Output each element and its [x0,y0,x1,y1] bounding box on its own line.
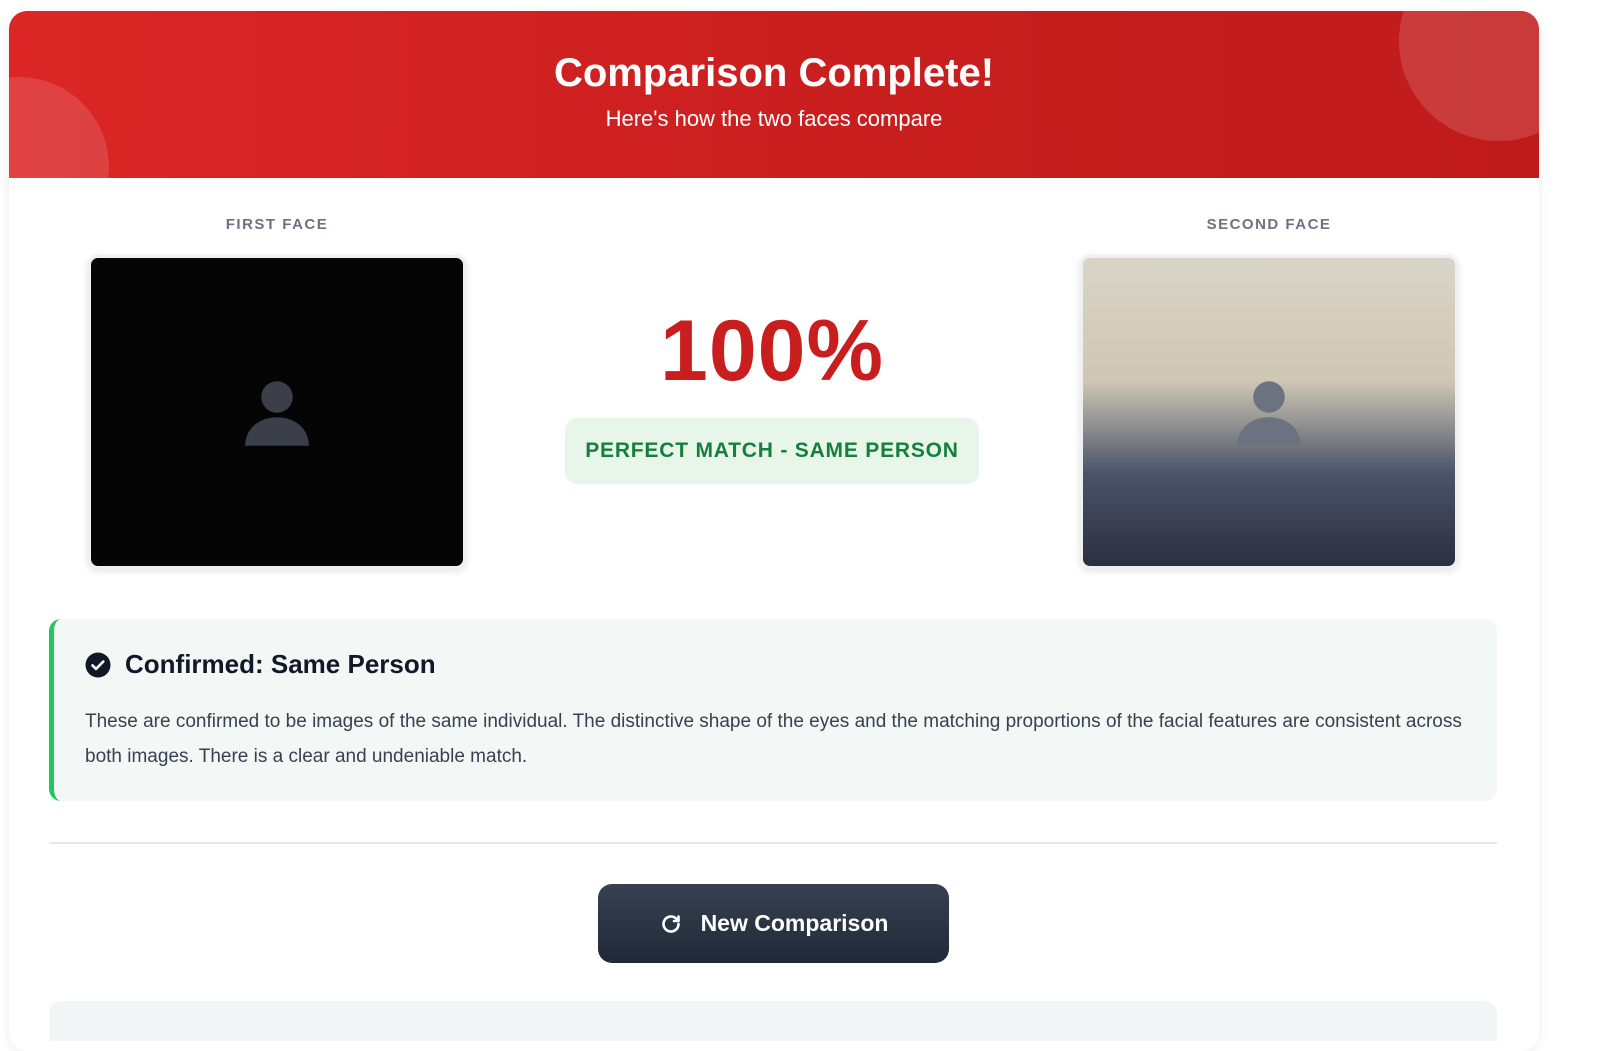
results-card: Comparison Complete! Here's how the two … [9,11,1539,1051]
new-comparison-button[interactable]: New Comparison [598,884,949,963]
page-subtitle: Here's how the two faces compare [605,106,943,131]
result-summary-box: Confirmed: Same Person These are confirm… [49,619,1497,801]
check-circle-icon [85,652,111,677]
match-score-panel: 100% PERFECT MATCH - SAME PERSON [565,308,979,484]
section-divider [49,842,1497,844]
refresh-icon [661,914,680,933]
result-heading: Confirmed: Same Person [85,649,1466,680]
second-face-image [1080,255,1458,569]
page-title: Comparison Complete! [553,51,995,95]
person-placeholder-icon [245,381,309,446]
person-placeholder-icon [1237,381,1301,446]
second-face-label: SECOND FACE [1206,216,1332,233]
first-face-image [88,255,466,569]
match-score: 100% [660,303,884,399]
first-face-column: FIRST FACE [88,216,466,569]
result-title: Confirmed: Same Person [125,649,436,679]
first-face-label: FIRST FACE [225,216,329,233]
second-face-column: SECOND FACE [1080,216,1458,569]
comparison-area: FIRST FACE 100% PERFECT MATCH - SAME PER… [9,178,1539,598]
next-section-edge [49,1001,1497,1041]
new-comparison-label: New Comparison [700,910,889,936]
match-verdict-badge: PERFECT MATCH - SAME PERSON [565,418,979,484]
result-description: These are confirmed to be images of the … [85,711,1462,767]
results-header: Comparison Complete! Here's how the two … [9,11,1539,178]
